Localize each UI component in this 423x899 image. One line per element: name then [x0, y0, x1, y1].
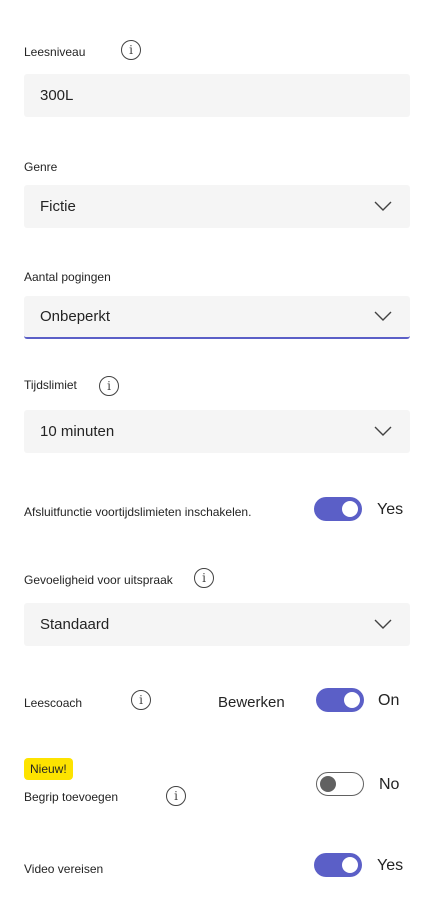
attempts-label: Aantal pogingen: [24, 270, 111, 284]
lock-setting-state: Yes: [377, 501, 404, 518]
info-icon[interactable]: i: [194, 568, 214, 588]
info-icon[interactable]: i: [121, 40, 141, 60]
info-icon[interactable]: i: [166, 786, 186, 806]
time-limit-dropdown[interactable]: 10 minuten: [24, 410, 410, 453]
reading-level-value: 300L: [40, 87, 74, 104]
attempts-dropdown[interactable]: Onbeperkt: [24, 296, 410, 339]
info-icon[interactable]: i: [99, 376, 119, 396]
new-badge: Nieuw!: [24, 758, 73, 780]
time-limit-label: Tijdslimiet: [24, 378, 77, 392]
info-icon[interactable]: i: [131, 690, 151, 710]
video-state: Yes: [377, 857, 404, 874]
video-toggle[interactable]: [314, 853, 362, 877]
coach-label: Leescoach: [24, 696, 83, 710]
toggle-knob: [342, 857, 358, 873]
reading-level-label: Leesniveau: [24, 45, 86, 59]
toggle-knob: [320, 776, 336, 792]
chevron-down-icon: [374, 201, 392, 211]
genre-label: Genre: [24, 160, 58, 174]
chevron-down-icon: [374, 311, 392, 321]
pronunciation-dropdown[interactable]: Standaard: [24, 603, 410, 646]
attempts-value: Onbeperkt: [40, 308, 111, 325]
genre-value: Fictie: [40, 198, 76, 215]
time-limit-value: 10 minuten: [40, 423, 115, 440]
pronunciation-label: Gevoeligheid voor uitspraak: [24, 573, 173, 587]
coach-toggle[interactable]: [316, 688, 364, 712]
comprehension-state: No: [379, 776, 400, 793]
genre-dropdown[interactable]: Fictie: [24, 185, 410, 228]
comprehension-label: Begrip toevoegen: [24, 790, 119, 804]
toggle-knob: [342, 501, 358, 517]
comprehension-toggle[interactable]: [316, 772, 364, 796]
chevron-down-icon: [374, 426, 392, 436]
video-label: Video vereisen: [24, 862, 104, 876]
reading-level-input[interactable]: 300L: [24, 74, 410, 117]
chevron-down-icon: [374, 619, 392, 629]
coach-edit-link[interactable]: Bewerken: [218, 694, 285, 711]
coach-state: On: [378, 692, 400, 709]
toggle-knob: [344, 692, 360, 708]
pronunciation-value: Standaard: [40, 616, 110, 633]
lock-setting-toggle[interactable]: [314, 497, 362, 521]
lock-setting-label: Afsluitfunctie voortijdslimieten inschak…: [24, 505, 252, 519]
